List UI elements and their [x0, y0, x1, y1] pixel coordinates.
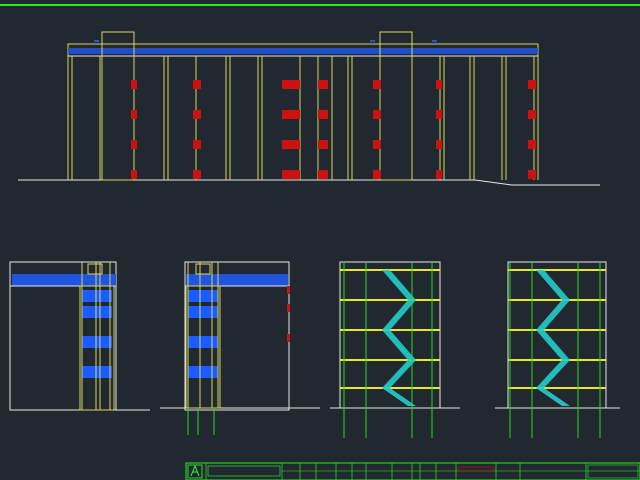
stair-flight — [536, 388, 570, 406]
window — [318, 80, 328, 89]
stair-flight — [382, 360, 416, 388]
building-section-right — [495, 261, 620, 438]
window — [436, 140, 442, 149]
stair-flight — [536, 360, 570, 388]
window-edge — [287, 304, 290, 312]
stair-flight — [536, 270, 570, 300]
side-elevation-left — [9, 261, 150, 411]
window — [373, 110, 381, 119]
company-logo-icon — [187, 464, 203, 479]
window — [318, 110, 328, 119]
window — [282, 140, 300, 149]
window — [373, 170, 381, 179]
window — [193, 140, 201, 149]
window — [373, 140, 381, 149]
window — [131, 170, 137, 179]
window — [528, 110, 536, 119]
glass-panel — [82, 366, 112, 378]
stair-flight — [536, 330, 570, 360]
window — [436, 170, 442, 179]
roof-hatch — [195, 263, 211, 275]
window — [282, 80, 300, 89]
stair-flight — [382, 300, 416, 330]
window — [193, 170, 201, 179]
title-block — [185, 462, 640, 480]
title-block-stamp — [457, 466, 495, 472]
stair-flight — [382, 388, 416, 406]
window — [528, 140, 536, 149]
glass-panel — [188, 366, 218, 378]
window — [318, 170, 328, 179]
window — [193, 110, 201, 119]
cad-drawing — [0, 4, 640, 480]
stair-flight — [382, 330, 416, 360]
glass-panel — [188, 336, 218, 348]
building-section-left — [330, 261, 460, 438]
window — [282, 170, 300, 179]
window — [131, 110, 137, 119]
window — [318, 140, 328, 149]
title-block-number-cell — [587, 464, 639, 479]
front-elevation — [18, 31, 600, 186]
window — [193, 80, 201, 89]
window-edge — [287, 286, 290, 294]
side-elevation-right — [160, 261, 320, 435]
window — [528, 80, 536, 89]
window — [436, 80, 442, 89]
window-edge — [287, 334, 290, 342]
window — [131, 140, 137, 149]
window — [373, 80, 381, 89]
title-block-name-cell — [207, 465, 281, 477]
cad-drawing-canvas — [0, 0, 640, 480]
stair-flight — [536, 300, 570, 330]
glass-panel — [82, 290, 112, 302]
glass-panel — [82, 306, 112, 318]
glass-panel — [82, 336, 112, 348]
window — [436, 110, 442, 119]
glass-panel — [188, 306, 218, 318]
window — [282, 110, 300, 119]
glass-panel — [188, 290, 218, 302]
stair-flight — [382, 270, 416, 300]
window — [528, 170, 536, 179]
window — [131, 80, 137, 89]
